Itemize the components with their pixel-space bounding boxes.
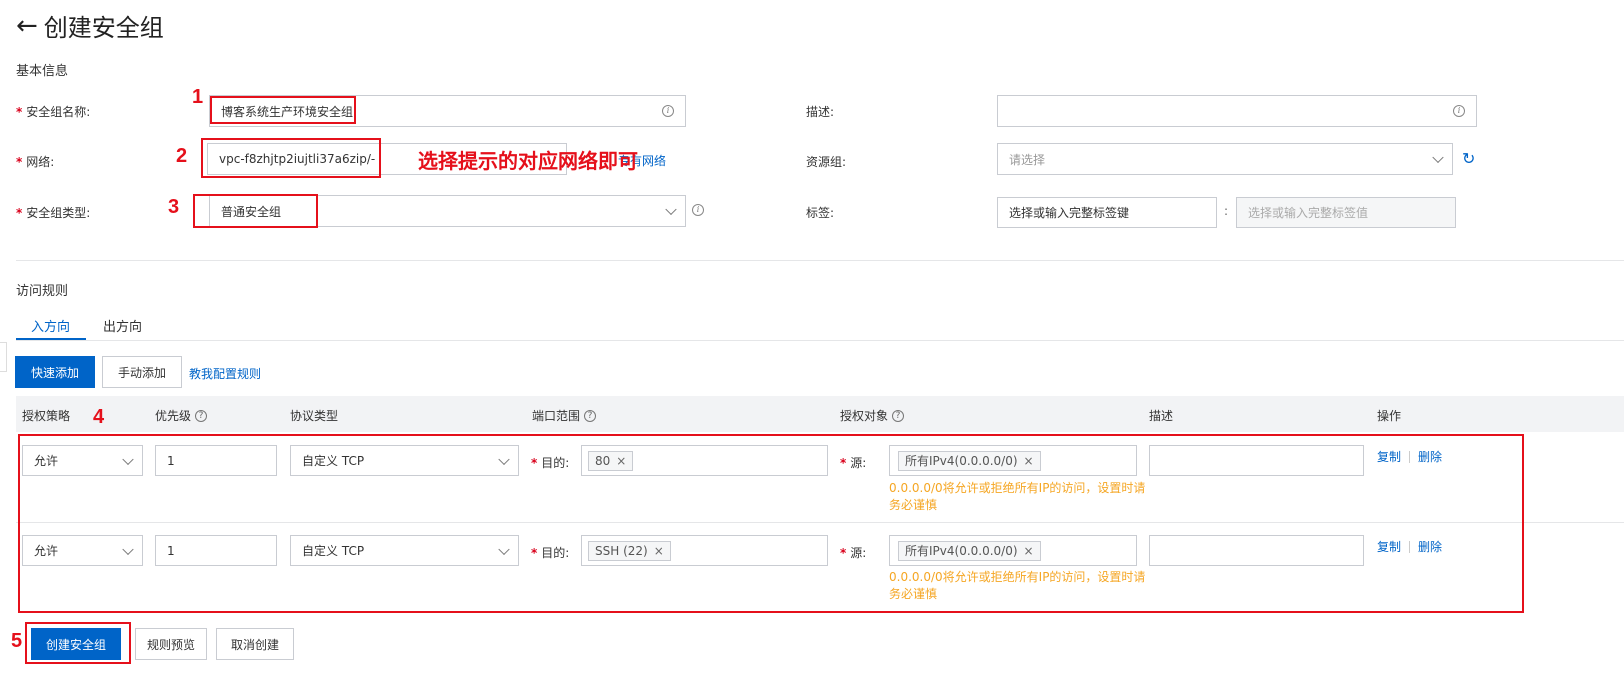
col-protocol: 协议类型: [290, 409, 339, 423]
tag-value-placeholder: 选择或输入完整标签值: [1248, 206, 1369, 220]
info-icon: i: [1453, 105, 1465, 117]
col-policy: 授权策略: [22, 409, 71, 423]
annotation-box-3: [193, 194, 318, 228]
col-actions: 操作: [1377, 409, 1402, 423]
side-collapse-handle[interactable]: [0, 342, 7, 372]
tag-value-input[interactable]: 选择或输入完整标签值: [1236, 197, 1456, 228]
tab-inbound[interactable]: 入方向: [31, 316, 70, 335]
annotation-3: 3: [168, 196, 180, 218]
chevron-down-icon: [665, 203, 677, 216]
teach-config-link[interactable]: 教我配置规则: [189, 365, 261, 382]
tag-separator: :: [1224, 204, 1229, 218]
basic-info-title: 基本信息: [16, 64, 69, 79]
type-label-text: 安全组类型:: [26, 206, 91, 220]
annotation-4: 4: [93, 406, 105, 428]
desc-label: 描述:: [806, 105, 835, 119]
rules-title: 访问规则: [16, 284, 69, 299]
col-desc: 描述: [1149, 409, 1174, 423]
tabs-divider: [16, 340, 1624, 341]
cancel-create-button[interactable]: 取消创建: [216, 628, 294, 660]
resource-label: 资源组:: [806, 155, 847, 169]
info-icon: i: [692, 204, 704, 216]
page-title: 创建安全组: [43, 14, 164, 42]
network-label: * 网络:: [16, 155, 55, 169]
network-label-text: 网络:: [26, 155, 55, 169]
page-header: ← 创建安全组: [16, 8, 164, 43]
resource-placeholder: 请选择: [1009, 152, 1046, 167]
arrow-left-icon[interactable]: ←: [16, 13, 38, 39]
description-input[interactable]: i: [997, 95, 1477, 127]
manual-add-button[interactable]: 手动添加: [102, 356, 182, 388]
annotation-box-2: [201, 138, 381, 178]
annotation-box-1: [210, 96, 356, 124]
tab-outbound[interactable]: 出方向: [103, 316, 142, 335]
annotation-box-5: [25, 622, 131, 664]
annotation-5: 5: [11, 630, 23, 652]
annotation-box-4: [18, 434, 1524, 613]
type-label: * 安全组类型:: [16, 206, 91, 220]
help-icon: ?: [584, 409, 597, 422]
chevron-down-icon: [1432, 151, 1444, 164]
refresh-icon[interactable]: ↻: [1462, 149, 1475, 168]
annotation-hint: 选择提示的对应网络即可: [418, 149, 638, 173]
col-port: 端口范围?: [532, 407, 597, 424]
annotation-2: 2: [176, 145, 188, 167]
col-source: 授权对象?: [840, 407, 905, 424]
tag-key-input[interactable]: 选择或输入完整标签键: [997, 197, 1217, 228]
name-label-text: 安全组名称:: [26, 105, 91, 119]
help-icon: ?: [892, 409, 905, 422]
rule-preview-button[interactable]: 规则预览: [135, 628, 207, 660]
resource-group-select[interactable]: 请选择: [997, 143, 1453, 175]
tag-key-placeholder: 选择或输入完整标签键: [1009, 206, 1130, 220]
section-divider: [16, 260, 1624, 261]
info-icon: i: [662, 105, 674, 117]
quick-add-button[interactable]: 快速添加: [15, 356, 95, 388]
col-priority: 优先级?: [155, 407, 208, 424]
name-label: * 安全组名称:: [16, 105, 91, 119]
tag-label: 标签:: [806, 206, 835, 220]
annotation-1: 1: [192, 86, 204, 108]
help-icon: ?: [195, 409, 208, 422]
